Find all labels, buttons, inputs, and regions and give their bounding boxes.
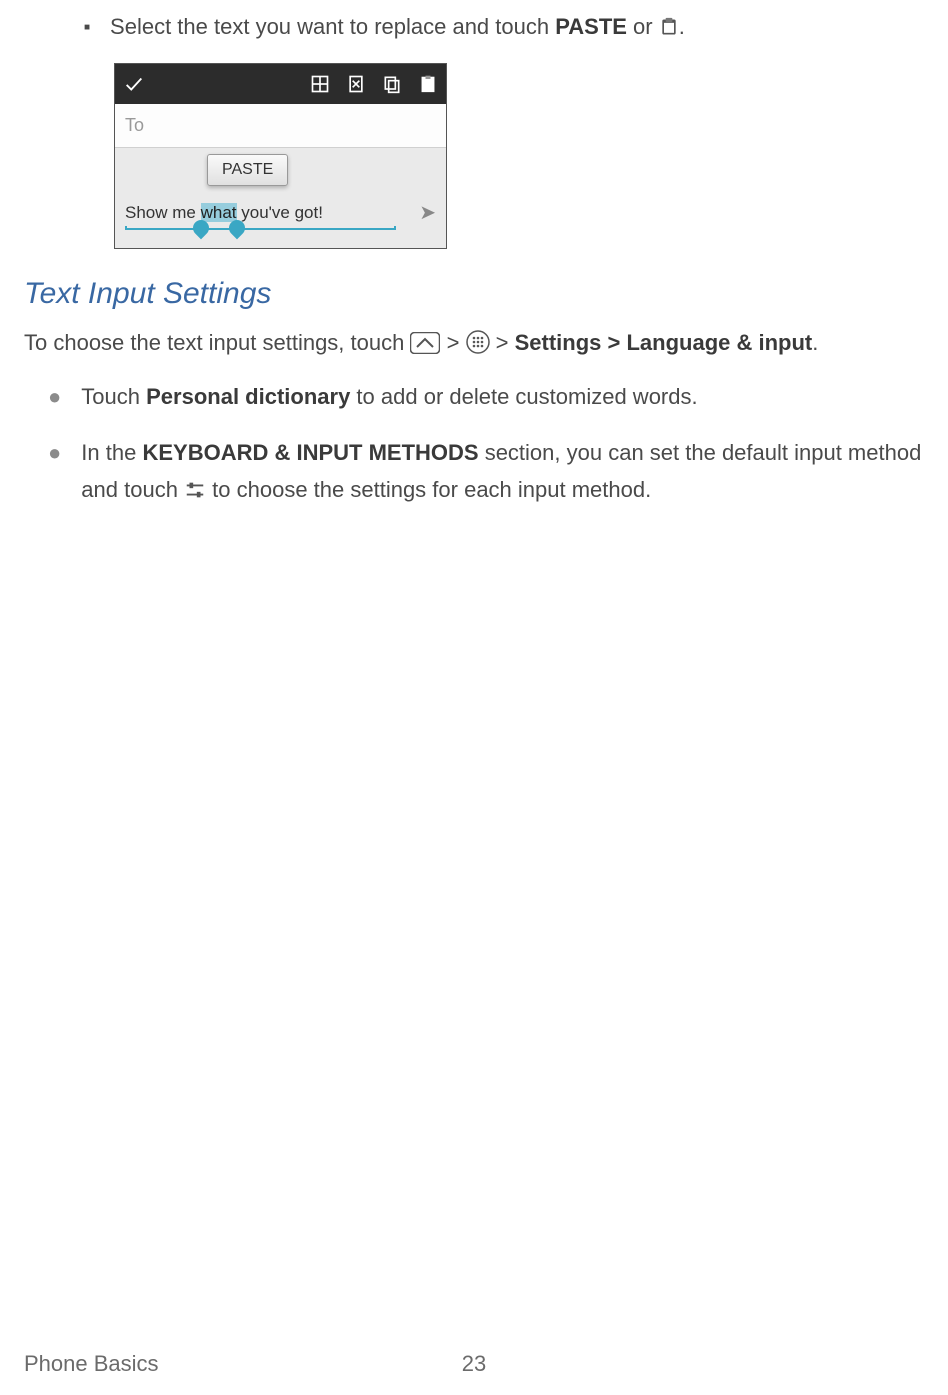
footer-page-number: 23	[462, 1351, 486, 1377]
section-heading: Text Input Settings	[24, 277, 948, 311]
step-text-prefix: Select the text you want to replace and …	[110, 14, 555, 39]
list-item-text: Touch Personal dictionary to add or dele…	[81, 378, 948, 415]
intro-suffix: .	[812, 330, 818, 355]
b1-prefix: Touch	[81, 384, 146, 409]
b1-bold: Personal dictionary	[146, 384, 350, 409]
paste-button: PASTE	[207, 154, 288, 186]
step-text-suffix: .	[679, 14, 685, 39]
screenshot-topbar	[115, 64, 446, 104]
paste-clipboard-icon	[418, 74, 438, 94]
list-item-text: In the KEYBOARD & INPUT METHODS section,…	[81, 434, 948, 509]
text-before: Show me	[125, 203, 201, 222]
home-icon	[410, 332, 440, 354]
check-icon	[123, 73, 145, 95]
to-label: To	[125, 115, 144, 136]
square-bullet-icon: ■	[84, 20, 90, 35]
b2-prefix: In the	[81, 440, 142, 465]
list-item: ● Touch Personal dictionary to add or de…	[48, 378, 948, 415]
intro-gt2: >	[490, 330, 515, 355]
send-icon: ➤	[419, 200, 436, 225]
instruction-text: Select the text you want to replace and …	[110, 10, 948, 43]
screenshot-to-field: To	[115, 104, 446, 148]
footer-section: Phone Basics	[24, 1351, 159, 1377]
input-underline	[125, 226, 396, 230]
screenshot-text: Show me what you've got!	[125, 203, 323, 223]
text-after: you've got!	[237, 203, 323, 222]
copy-icon	[382, 74, 402, 94]
bullet-icon: ●	[48, 434, 61, 471]
sliders-icon	[184, 479, 206, 501]
embedded-screenshot: To PASTE Show me what you've got! ➤	[114, 63, 948, 249]
b2-suffix: to choose the settings for each input me…	[206, 477, 651, 502]
text-selected: what	[201, 203, 237, 222]
grid-icon	[310, 74, 330, 94]
b1-suffix: to add or delete customized words.	[350, 384, 697, 409]
intro-gt1: >	[440, 330, 465, 355]
apps-circle-icon	[466, 330, 490, 354]
step-text-bold: PASTE	[555, 14, 627, 39]
clipboard-icon	[659, 17, 679, 37]
intro-bold: Settings > Language & input	[515, 330, 813, 355]
list-item: ● In the KEYBOARD & INPUT METHODS sectio…	[48, 434, 948, 509]
delete-file-icon	[346, 74, 366, 94]
b2-bold: KEYBOARD & INPUT METHODS	[142, 440, 478, 465]
bullet-icon: ●	[48, 378, 61, 415]
intro-prefix: To choose the text input settings, touch	[24, 330, 410, 355]
page-footer: Phone Basics 23	[24, 1351, 924, 1377]
step-text-mid: or	[627, 14, 659, 39]
instruction-step: ■ Select the text you want to replace an…	[84, 10, 948, 43]
intro-paragraph: To choose the text input settings, touch…	[24, 325, 948, 360]
